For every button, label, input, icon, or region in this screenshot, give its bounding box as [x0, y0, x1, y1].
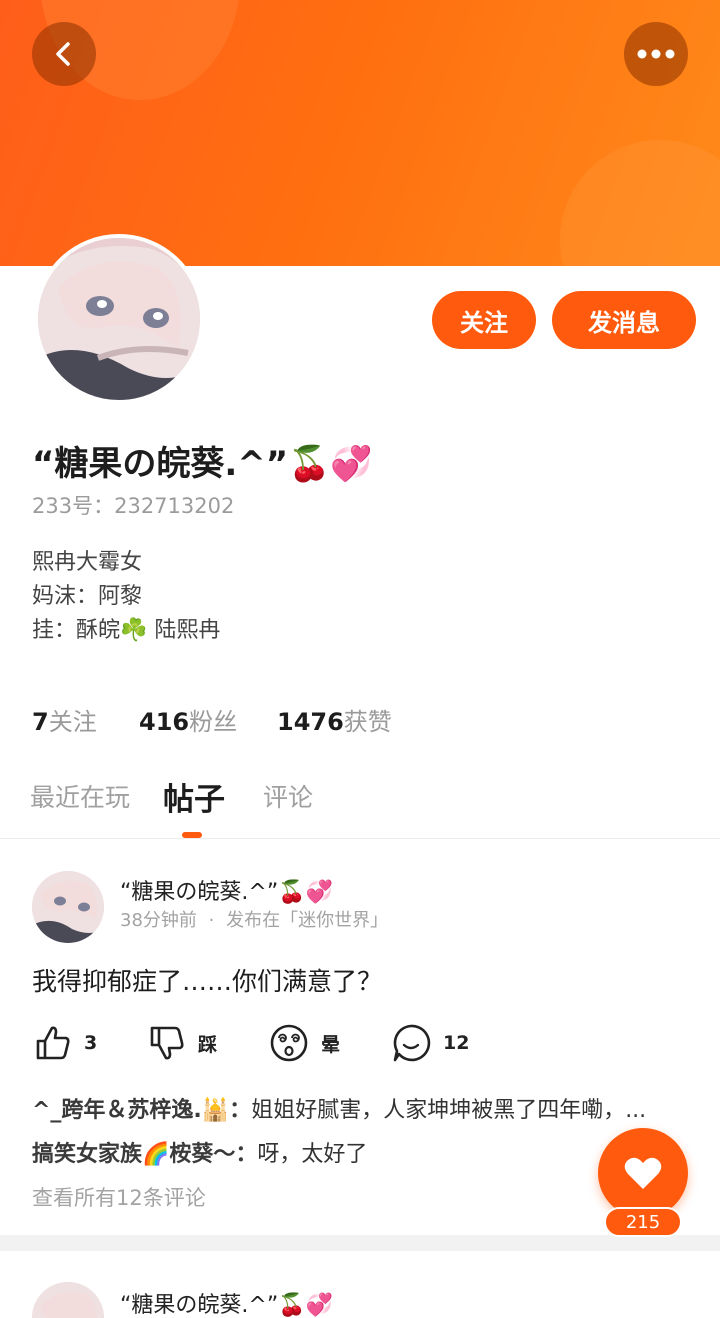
stat-label: 关注 [48, 708, 97, 736]
comment-count: 12 [443, 1032, 470, 1054]
comment-text: 呀，太好了 [257, 1142, 368, 1167]
stat-following[interactable]: 7关注 [32, 702, 97, 737]
post-author-name[interactable]: “糖果の皖葵.^”🍒💞 [120, 874, 333, 906]
more-options-button[interactable] [624, 22, 688, 86]
stat-likes[interactable]: 1476获赞 [277, 702, 392, 737]
banner-decoration [560, 140, 720, 266]
follow-button[interactable]: 关注 [432, 291, 536, 349]
tab-recently-played[interactable]: 最近在玩 [30, 778, 130, 814]
post-author-avatar[interactable] [32, 1282, 104, 1318]
comment-user[interactable]: ^_跨年＆苏梓逸.🕌： [32, 1098, 251, 1123]
bio-line: 妈沫：阿黎 [32, 584, 143, 609]
profile-banner [0, 0, 720, 266]
avatar-illustration [32, 1282, 104, 1318]
comment-preview[interactable]: ^_跨年＆苏梓逸.🕌：姐姐好腻害，人家坤坤被黑了四年嘞，... [32, 1092, 692, 1124]
post-author-name[interactable]: “糖果の皖葵.^”🍒💞 [120, 1287, 333, 1318]
avatar-illustration [32, 871, 104, 943]
bio-line: 熙冉大霉女 [32, 550, 143, 575]
bio-line: 挂：酥皖☘️ 陆熙冉 [32, 618, 221, 643]
user-id-label: 233号： [32, 494, 115, 518]
like-count: 3 [84, 1032, 98, 1054]
divider [0, 838, 720, 839]
user-id-value: 232713202 [114, 494, 235, 518]
post-content[interactable]: 我得抑郁症了……你们满意了？ [32, 962, 382, 998]
see-all-comments-link[interactable]: 查看所有12条评论 [32, 1182, 206, 1212]
avatar-illustration [38, 238, 200, 400]
comment-text: 姐姐好腻害，人家坤坤被黑了四年嘞，... [251, 1098, 647, 1123]
tab-comments[interactable]: 评论 [263, 778, 313, 814]
chevron-left-icon [56, 42, 70, 66]
dislike-button[interactable]: 踩 [148, 1022, 217, 1064]
stat-value: 1476 [277, 708, 344, 736]
like-total-badge: 215 [604, 1207, 682, 1237]
like-button[interactable]: 3 [34, 1022, 97, 1064]
thumbs-up-icon [36, 1026, 70, 1060]
dislike-label: 踩 [198, 1033, 218, 1056]
stat-label: 获赞 [343, 708, 392, 736]
tab-posts[interactable]: 帖子 [163, 774, 225, 819]
dizzy-button[interactable]: 晕 [269, 1022, 340, 1064]
post-meta: 38分钟前 · 发布在「迷你世界」 [120, 906, 388, 932]
more-dots-icon [637, 49, 675, 59]
thumbs-down-icon [150, 1026, 184, 1060]
stat-label: 粉丝 [189, 708, 238, 736]
heart-icon [624, 1157, 662, 1189]
dizzy-face-icon [270, 1024, 308, 1062]
dizzy-label: 晕 [321, 1033, 341, 1056]
comment-preview[interactable]: 搞笑女家族🌈桉葵～：呀，太好了 [32, 1136, 692, 1168]
post-author-avatar[interactable] [32, 871, 104, 943]
stat-value: 7 [32, 708, 49, 736]
post-time: 38分钟前 [120, 910, 197, 931]
comment-button[interactable]: 12 [391, 1022, 469, 1064]
stat-followers[interactable]: 416粉丝 [139, 702, 237, 737]
post-game-tag[interactable]: 发布在「迷你世界」 [226, 910, 388, 931]
comment-user[interactable]: 搞笑女家族🌈桉葵～： [32, 1142, 257, 1167]
meta-separator: · [208, 910, 215, 931]
stat-value: 416 [139, 708, 190, 736]
user-id: 233号：232713202 [32, 490, 234, 520]
profile-avatar[interactable] [34, 234, 204, 404]
comment-bubble-icon [393, 1024, 431, 1062]
profile-name: “糖果の皖葵.^”🍒💞 [32, 444, 373, 484]
floating-like-button[interactable] [598, 1128, 688, 1218]
send-message-button[interactable]: 发消息 [552, 291, 696, 349]
post-separator [0, 1235, 720, 1251]
back-button[interactable] [32, 22, 96, 86]
